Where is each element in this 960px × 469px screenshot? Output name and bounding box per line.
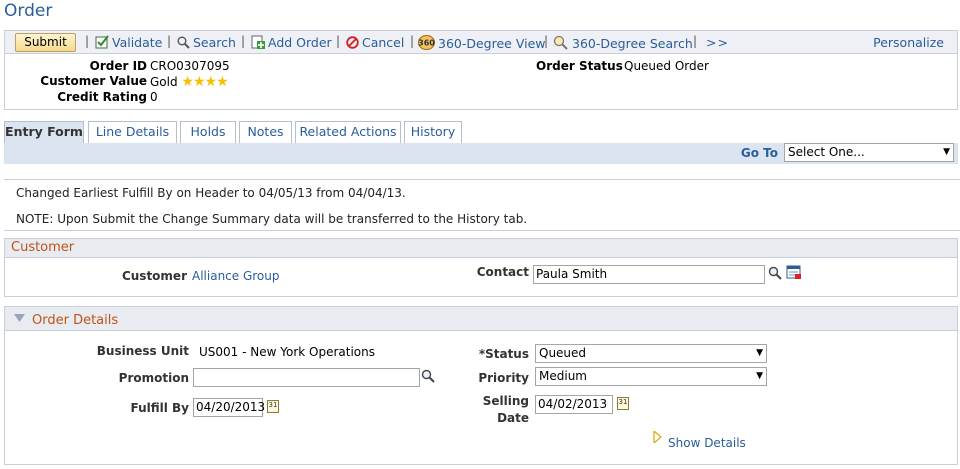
order-details-section-header[interactable]: Order Details [5, 307, 957, 331]
personalize-link[interactable]: Personalize [873, 35, 944, 50]
toolbar-separator: | [693, 34, 698, 48]
svg-text:360: 360 [418, 39, 435, 48]
show-details-link[interactable]: Show Details [668, 436, 746, 450]
search-icon [177, 36, 190, 49]
priority-select[interactable]: Medium ▼ [535, 367, 767, 386]
toolbar-separator: | [336, 34, 341, 48]
360-search-icon [553, 35, 568, 50]
selling-date-calendar-icon[interactable]: 31 [617, 397, 629, 410]
contact-label: Contact [476, 265, 529, 279]
status-label: *Status [478, 347, 529, 361]
toolbar-separator: | [167, 34, 172, 48]
business-unit-value: US001 - New York Operations [199, 345, 375, 359]
dropdown-arrow-icon: ▼ [943, 147, 950, 157]
add-order-icon [251, 35, 265, 49]
star-icon: ★ [204, 74, 218, 90]
goto-label: Go To [740, 146, 778, 160]
customer-value: Gold ★★★★ [150, 74, 229, 90]
toolbar: Submit | Validate | Search | Add Order |… [4, 30, 958, 54]
star-icon: ★ [216, 74, 229, 90]
star-icon: ★ [192, 74, 206, 90]
tab-notes[interactable]: Notes [239, 121, 292, 143]
360-search-label: 360-Degree Search [572, 36, 693, 51]
collapse-triangle-icon[interactable] [14, 314, 25, 322]
goto-selected: Select One... [788, 145, 865, 159]
status-selected: Queued [539, 346, 587, 360]
customer-link[interactable]: Alliance Group [192, 269, 280, 283]
customer-section-header: Customer [5, 239, 957, 258]
add-order-button[interactable]: Add Order [251, 35, 332, 50]
contact-card-icon[interactable] [786, 265, 802, 280]
toolbar-separator: | [241, 34, 246, 48]
promotion-field[interactable] [193, 368, 420, 387]
toolbar-separator: | [410, 34, 415, 48]
order-details-section-title: Order Details [32, 313, 119, 328]
tab-entry-form[interactable]: Entry Form [4, 121, 84, 144]
promotion-lookup-icon[interactable] [421, 369, 435, 383]
order-id-label: Order ID [89, 59, 147, 73]
more-actions-button[interactable]: >> [706, 35, 729, 50]
page-title: Order [4, 1, 53, 21]
order-status-value: Queued Order [624, 59, 709, 73]
dropdown-arrow-icon: ▼ [756, 371, 763, 381]
toolbar-separator: | [85, 34, 90, 48]
credit-rating-label: Credit Rating [57, 90, 147, 104]
fulfill-by-calendar-icon[interactable]: 31 [267, 400, 279, 413]
selling-date-label-line1: Selling [482, 394, 529, 408]
tab-history[interactable]: History [404, 121, 462, 143]
order-status-label: Order Status [536, 59, 623, 73]
change-message: Changed Earliest Fulfill By on Header to… [16, 186, 406, 200]
contact-lookup-icon[interactable] [768, 266, 782, 280]
fulfill-by-field[interactable]: 04/20/2013 [193, 398, 265, 417]
customer-section: Customer Customer Alliance Group Contact… [4, 238, 958, 297]
expand-triangle-icon [653, 431, 662, 443]
goto-select[interactable]: Select One... ▼ [784, 143, 954, 162]
order-id-value: CRO0307095 [150, 59, 230, 73]
selling-date-label-line2: Date [497, 411, 529, 425]
search-label: Search [193, 35, 236, 50]
fulfill-by-label: Fulfill By [130, 401, 189, 415]
cancel-label: Cancel [362, 35, 405, 50]
message-area: Changed Earliest Fulfill By on Header to… [4, 179, 960, 231]
toolbar-separator: | [544, 34, 549, 48]
360-view-label: 360-Degree View [438, 36, 546, 51]
credit-rating-value: 0 [150, 90, 158, 104]
note-message: NOTE: Upon Submit the Change Summary dat… [16, 212, 528, 226]
validate-button[interactable]: Validate [95, 35, 162, 50]
selling-date-field[interactable]: 04/02/2013 [535, 395, 613, 414]
tab-related-actions[interactable]: Related Actions [295, 121, 401, 143]
360-view-icon: 360 [418, 35, 435, 50]
order-header: Order ID CRO0307095 Customer Value Gold … [4, 54, 958, 110]
validate-label: Validate [112, 35, 163, 50]
tab-holds[interactable]: Holds [180, 121, 236, 143]
search-button[interactable]: Search [177, 35, 236, 50]
star-icon: ★ [181, 74, 194, 90]
priority-label: Priority [478, 371, 529, 385]
promotion-label: Promotion [118, 371, 189, 385]
tab-line-details[interactable]: Line Details [88, 121, 177, 143]
customer-value-text: Gold [150, 75, 178, 89]
validate-icon [95, 35, 109, 49]
order-details-section: Order Details Business Unit US001 - New … [4, 306, 958, 465]
priority-selected: Medium [539, 369, 587, 383]
customer-section-title: Customer [11, 240, 75, 255]
add-order-label: Add Order [268, 35, 332, 50]
business-unit-label: Business Unit [96, 344, 189, 358]
status-select[interactable]: Queued ▼ [535, 344, 767, 363]
dropdown-arrow-icon: ▼ [756, 348, 763, 358]
submit-button[interactable]: Submit [15, 33, 76, 52]
customer-value-label: Customer Value [40, 74, 147, 88]
360-degree-search-button[interactable]: 360-Degree Search [553, 35, 693, 51]
360-degree-view-button[interactable]: 360 360-Degree View [418, 35, 546, 51]
customer-label: Customer [121, 269, 187, 283]
cancel-button[interactable]: Cancel [346, 35, 404, 50]
contact-field[interactable]: Paula Smith [533, 265, 765, 284]
cancel-icon [346, 36, 359, 49]
